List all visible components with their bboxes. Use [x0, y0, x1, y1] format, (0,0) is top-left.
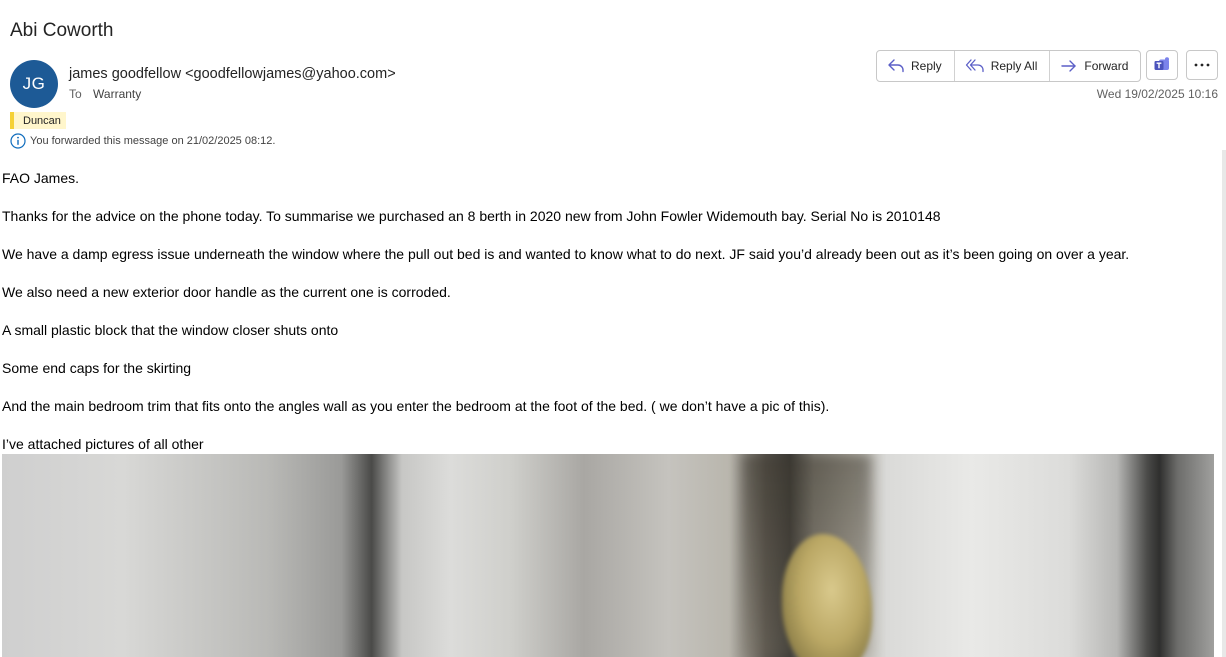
- category-tag[interactable]: Duncan: [10, 112, 66, 129]
- to-label: To: [69, 87, 82, 101]
- forward-label: Forward: [1084, 59, 1129, 73]
- recipient-name[interactable]: Warranty: [93, 87, 141, 101]
- body-paragraph: Thanks for the advice on the phone today…: [2, 208, 941, 224]
- message-subject: Abi Coworth: [10, 20, 114, 41]
- forwarded-info: You forwarded this message on 21/02/2025…: [10, 133, 275, 149]
- message-body: FAO James. Thanks for the advice on the …: [2, 170, 1212, 474]
- teams-button[interactable]: [1146, 50, 1178, 80]
- more-icon: [1194, 63, 1210, 67]
- recipient-line: To Warranty: [69, 87, 141, 101]
- reply-button[interactable]: Reply: [877, 51, 955, 81]
- forwarded-info-text: You forwarded this message on 21/02/2025…: [30, 135, 276, 147]
- reading-pane-scrollbar[interactable]: [1222, 150, 1226, 657]
- body-paragraph: We also need a new exterior door handle …: [2, 284, 451, 300]
- forward-button[interactable]: Forward: [1050, 51, 1140, 81]
- reply-all-label: Reply All: [990, 59, 1038, 73]
- message-date: Wed 19/02/2025 10:16: [1096, 87, 1218, 101]
- forward-icon: [1061, 60, 1077, 72]
- teams-icon: [1154, 57, 1169, 70]
- body-paragraph: And the main bedroom trim that fits onto…: [2, 398, 830, 414]
- sender-email[interactable]: <goodfellowjames@yahoo.com>: [185, 66, 396, 82]
- category-label: Duncan: [23, 114, 61, 127]
- body-paragraph: A small plastic block that the window cl…: [2, 322, 339, 338]
- more-actions-button[interactable]: [1186, 50, 1218, 80]
- body-paragraph: We have a damp egress issue underneath t…: [2, 246, 1130, 262]
- reply-all-button[interactable]: Reply All: [955, 51, 1051, 81]
- body-paragraph: Some end caps for the skirting: [2, 360, 192, 376]
- message-actions: Reply Reply All Forward: [876, 50, 1142, 82]
- body-paragraph: FAO James.: [2, 170, 80, 186]
- reply-icon: [888, 59, 904, 73]
- reply-all-icon: [965, 59, 984, 73]
- reply-label: Reply: [911, 59, 942, 73]
- info-icon: [10, 133, 26, 149]
- inline-attachment-photo[interactable]: [2, 454, 1214, 657]
- sender-avatar[interactable]: JG: [10, 60, 58, 108]
- sender-name[interactable]: james goodfellow: [69, 66, 181, 82]
- sender-line[interactable]: james goodfellow <goodfellowjames@yahoo.…: [69, 66, 396, 82]
